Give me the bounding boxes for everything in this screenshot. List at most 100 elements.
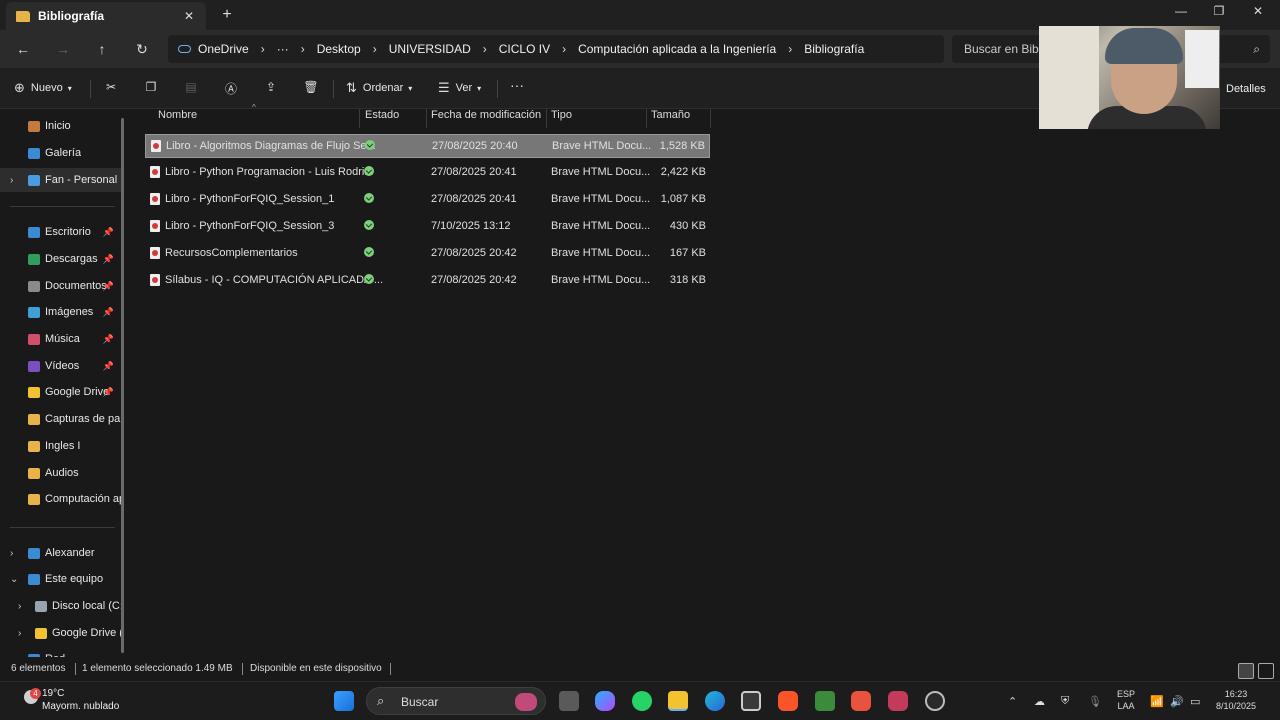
file-row[interactable]: Libro - PythonForFQIQ_Session_1 27/08/202…: [145, 188, 710, 212]
column-header-type[interactable]: Tipo: [551, 109, 572, 128]
breadcrumb-ciclo-iv[interactable]: CICLO IV: [499, 42, 550, 56]
breadcrumb-bibliografia[interactable]: Bibliografía: [804, 42, 864, 56]
sidebar-item[interactable]: ›Red: [0, 647, 122, 657]
paste-icon[interactable]: ▤: [183, 80, 199, 96]
sidebar-item[interactable]: Galería: [0, 141, 122, 165]
breadcrumb-overflow[interactable]: ···: [277, 42, 289, 56]
sync-status-icon: [364, 166, 374, 176]
column-header-status[interactable]: Estado: [365, 109, 399, 128]
column-divider[interactable]: [546, 109, 547, 128]
clock[interactable]: 16:23 8/10/2025: [1206, 688, 1266, 712]
up-button[interactable]: ↑: [92, 39, 112, 59]
forward-button[interactable]: →: [53, 39, 73, 59]
chevron-right-icon[interactable]: ›: [10, 548, 13, 559]
microphone-icon[interactable]: 🎙: [1088, 695, 1102, 708]
delete-icon[interactable]: 🗑: [303, 80, 319, 96]
sidebar-item[interactable]: › Alexander: [0, 541, 122, 565]
sidebar-item[interactable]: Vídeos 📌: [0, 354, 122, 378]
sidebar-item[interactable]: Google Drive 📌: [0, 380, 122, 404]
sidebar-divider: [10, 206, 115, 207]
file-row[interactable]: RecursosComplementarios 27/08/2025 20:42 B…: [145, 242, 710, 266]
maximize-button[interactable]: ❐: [1204, 4, 1234, 18]
sidebar-item-label: Música: [45, 333, 80, 345]
file-row[interactable]: Libro - Python Programacion - Luis Rodri…: [145, 161, 710, 185]
column-divider[interactable]: [426, 109, 427, 128]
sidebar-item[interactable]: Inicio: [0, 114, 122, 138]
taskbar-search[interactable]: ⌕ Buscar: [366, 687, 546, 715]
column-header-name[interactable]: Nombre: [158, 109, 197, 128]
obs-icon[interactable]: [925, 691, 945, 711]
copy-icon[interactable]: ❐: [143, 80, 159, 96]
details-button[interactable]: Detalles: [1226, 83, 1266, 95]
chevron-down-icon[interactable]: ⌄: [10, 574, 18, 585]
brave-icon[interactable]: [778, 691, 798, 711]
start-icon[interactable]: [334, 691, 354, 711]
whatsapp-icon[interactable]: [632, 691, 652, 711]
volume-icon[interactable]: 🔊: [1170, 695, 1184, 708]
file-name: Libro - PythonForFQIQ_Session_3: [165, 220, 335, 232]
file-row[interactable]: Sílabus - IQ - COMPUTACIÓN APLICADA ... 2…: [145, 269, 710, 293]
close-tab-icon[interactable]: ✕: [180, 9, 198, 23]
sidebar-item[interactable]: ⌄ Este equipo: [0, 567, 122, 591]
column-header-size[interactable]: Tamaño: [651, 109, 690, 128]
chevron-right-icon[interactable]: ›: [18, 628, 21, 639]
sidebar-item[interactable]: › Fan - Personal: [0, 168, 122, 192]
sidebar-item[interactable]: Imágenes 📌: [0, 300, 122, 324]
column-divider[interactable]: [710, 109, 711, 128]
rename-icon[interactable]: Ⓐ: [223, 80, 239, 96]
show-hidden-icons[interactable]: ⌃: [1008, 695, 1017, 708]
battery-icon[interactable]: ▭: [1190, 695, 1200, 708]
brave-beta-icon[interactable]: [851, 691, 871, 711]
sidebar-item[interactable]: Ingles I: [0, 434, 122, 458]
file-name: Libro - Python Programacion - Luis Rodri…: [165, 166, 374, 178]
share-icon[interactable]: ⇪: [263, 80, 279, 96]
onedrive-tray-icon[interactable]: ☁: [1034, 695, 1045, 708]
view-button[interactable]: ☰ Ver ▾: [438, 80, 481, 96]
sidebar-scrollbar[interactable]: [121, 118, 124, 653]
store-icon[interactable]: [741, 691, 761, 711]
breadcrumb-universidad[interactable]: UNIVERSIDAD: [389, 42, 471, 56]
sidebar-item[interactable]: Documentos 📌: [0, 274, 122, 298]
back-button[interactable]: ←: [13, 39, 33, 59]
sidebar-item[interactable]: Computación ap: [0, 487, 122, 511]
tab-bibliografia[interactable]: Bibliografía ✕: [6, 2, 206, 30]
file-explorer-icon[interactable]: [668, 691, 688, 711]
edge-icon[interactable]: [705, 691, 725, 711]
minimize-button[interactable]: —: [1166, 4, 1196, 18]
column-divider[interactable]: [646, 109, 647, 128]
brave-nightly-icon[interactable]: [888, 691, 908, 711]
sidebar-item[interactable]: Descargas 📌: [0, 247, 122, 271]
sidebar-item[interactable]: Capturas de par: [0, 407, 122, 431]
file-row[interactable]: Libro - PythonForFQIQ_Session_3 7/10/2025…: [145, 215, 710, 239]
column-header-date[interactable]: Fecha de modificación: [431, 109, 541, 128]
new-button[interactable]: ⊕ Nuevo ▾: [14, 80, 72, 96]
chevron-right-icon[interactable]: ›: [18, 601, 21, 612]
more-options-button[interactable]: ···: [510, 77, 524, 93]
column-divider[interactable]: [359, 109, 360, 128]
breadcrumb-desktop[interactable]: Desktop: [317, 42, 361, 56]
tiles-view-icon[interactable]: [1258, 663, 1274, 679]
minecraft-icon[interactable]: [815, 691, 835, 711]
new-tab-button[interactable]: +: [218, 6, 236, 24]
sidebar-item[interactable]: Escritorio 📌: [0, 220, 122, 244]
language-indicator[interactable]: ESP LAA: [1112, 688, 1140, 712]
task-view-icon[interactable]: [559, 691, 579, 711]
breadcrumb-onedrive[interactable]: OneDrive: [198, 42, 249, 56]
close-window-button[interactable]: ✕: [1243, 4, 1273, 18]
sidebar-item[interactable]: › Google Drive (: [0, 621, 122, 645]
defender-icon[interactable]: ⛨: [1061, 695, 1069, 708]
pin-icon: 📌: [102, 333, 114, 344]
copilot-icon[interactable]: [595, 691, 615, 711]
breadcrumb-computacion[interactable]: Computación aplicada a la Ingeniería: [578, 42, 776, 56]
sidebar-item[interactable]: Música 📌: [0, 327, 122, 351]
address-bar[interactable]: OneDrive › ··· › Desktop › UNIVERSIDAD ›…: [168, 35, 944, 63]
sidebar-item[interactable]: › Disco local (C:: [0, 594, 122, 618]
refresh-button[interactable]: ↻: [132, 39, 152, 59]
wifi-icon[interactable]: 📶: [1150, 695, 1164, 708]
file-row[interactable]: Libro - Algoritmos Diagramas de Flujo Se…: [145, 134, 710, 158]
sidebar-item[interactable]: Audios: [0, 461, 122, 485]
chevron-right-icon[interactable]: ›: [10, 175, 13, 186]
details-view-icon[interactable]: [1238, 663, 1254, 679]
sort-button[interactable]: ⇅ Ordenar ▾: [346, 80, 412, 96]
cut-icon[interactable]: ✂: [103, 80, 119, 96]
